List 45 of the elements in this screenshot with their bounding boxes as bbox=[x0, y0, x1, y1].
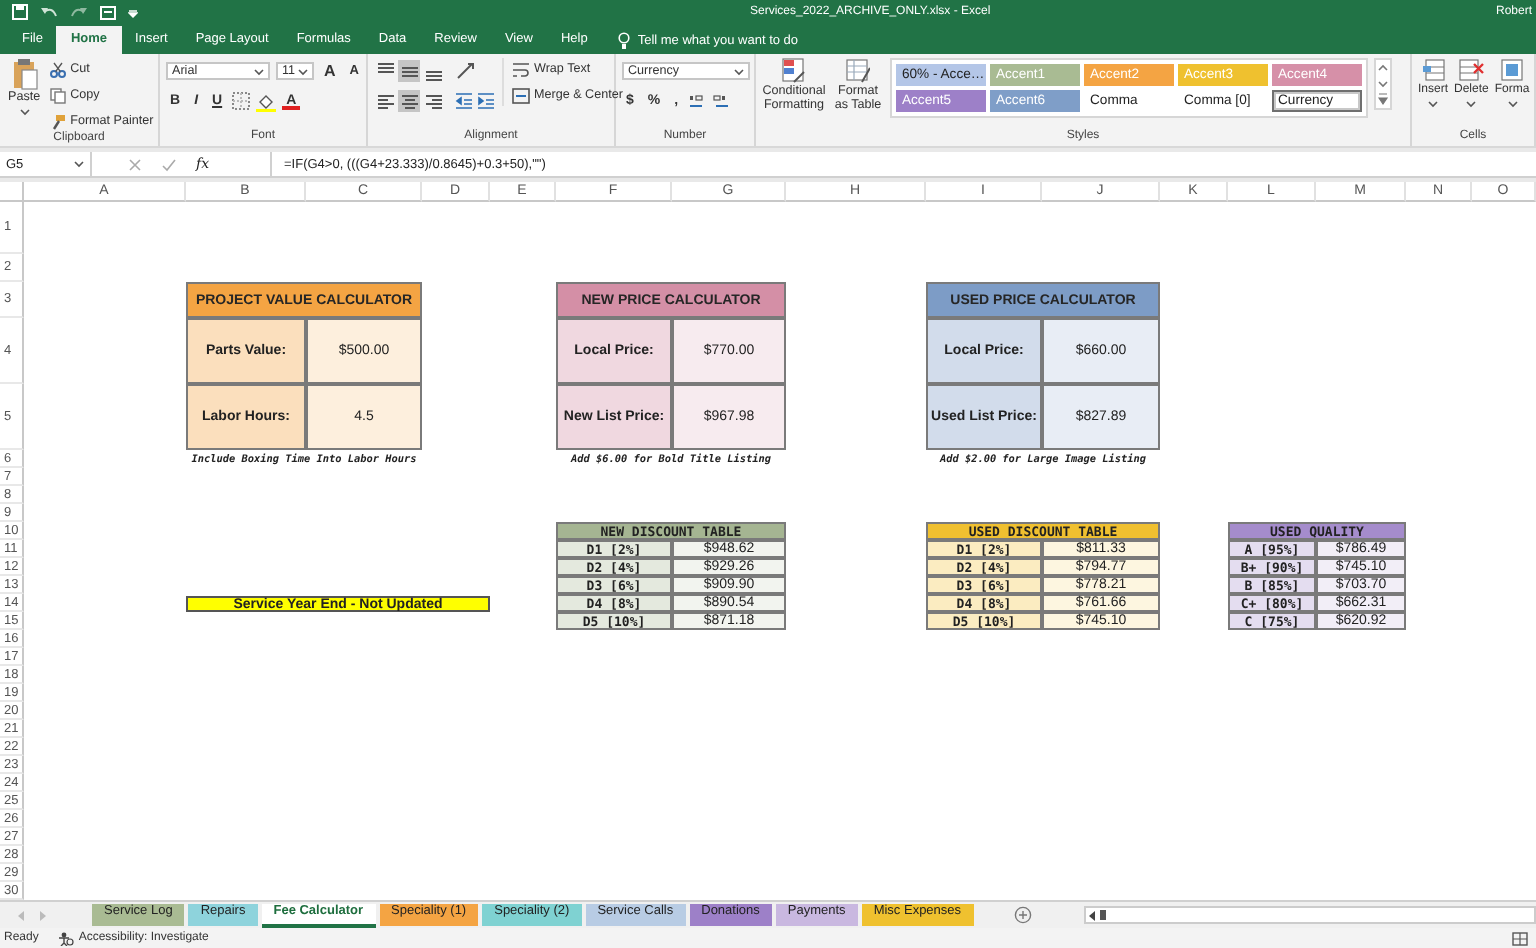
align-lines-icon bbox=[423, 91, 443, 111]
form-icon[interactable] bbox=[100, 5, 116, 19]
scroll-left-icon bbox=[1086, 909, 1098, 921]
lightbulb-icon[interactable] bbox=[617, 31, 630, 49]
merge-icon bbox=[512, 87, 530, 103]
increase-indent-icon[interactable] bbox=[476, 92, 496, 110]
horizontal-align-button[interactable] bbox=[398, 90, 420, 112]
decrease-indent-icon[interactable] bbox=[454, 92, 474, 110]
scroll-up-icon bbox=[1376, 60, 1390, 76]
horizontal-scrollbar[interactable] bbox=[1084, 906, 1536, 924]
paintbrush-icon bbox=[50, 113, 67, 129]
redo-icon[interactable] bbox=[70, 5, 88, 19]
check-icon[interactable] bbox=[162, 157, 176, 171]
scroll-down-icon bbox=[1376, 76, 1390, 92]
horizontal-align-button[interactable] bbox=[422, 90, 444, 112]
save-icon[interactable] bbox=[12, 4, 28, 20]
borders-icon[interactable] bbox=[232, 92, 251, 110]
caret-icon[interactable] bbox=[1466, 99, 1477, 108]
caret-icon[interactable] bbox=[254, 67, 264, 75]
align-lines-icon bbox=[399, 91, 419, 111]
add-sheet-icon[interactable] bbox=[1013, 906, 1032, 924]
grow-font-button[interactable]: A bbox=[320, 60, 340, 82]
caret-icon[interactable] bbox=[734, 67, 744, 75]
gallery-scrollbar[interactable] bbox=[1374, 58, 1392, 110]
accessibility-icon bbox=[58, 931, 75, 945]
more-icon bbox=[1376, 92, 1390, 108]
caret-icon[interactable] bbox=[74, 160, 84, 168]
caret-icon[interactable] bbox=[1428, 99, 1438, 108]
wrap-icon bbox=[512, 61, 530, 77]
align-lines-icon bbox=[375, 91, 395, 111]
caret-icon[interactable] bbox=[1507, 99, 1518, 108]
scissors-icon bbox=[50, 61, 67, 77]
dropdown-icon[interactable] bbox=[128, 7, 138, 17]
increase-decimal-icon[interactable] bbox=[688, 92, 707, 110]
text-orientation-icon[interactable] bbox=[456, 62, 480, 80]
fill-color-icon[interactable] bbox=[256, 91, 277, 111]
decrease-decimal-icon[interactable] bbox=[712, 92, 731, 110]
horizontal-align-button[interactable] bbox=[374, 90, 396, 112]
caret-icon[interactable] bbox=[298, 67, 308, 75]
align-lines-icon bbox=[399, 61, 419, 81]
copy-icon bbox=[50, 87, 67, 103]
normal-view-icon[interactable] bbox=[1512, 931, 1528, 945]
undo-icon[interactable] bbox=[40, 5, 58, 19]
caret-icon[interactable] bbox=[19, 107, 30, 116]
vertical-align-button[interactable] bbox=[398, 60, 420, 82]
